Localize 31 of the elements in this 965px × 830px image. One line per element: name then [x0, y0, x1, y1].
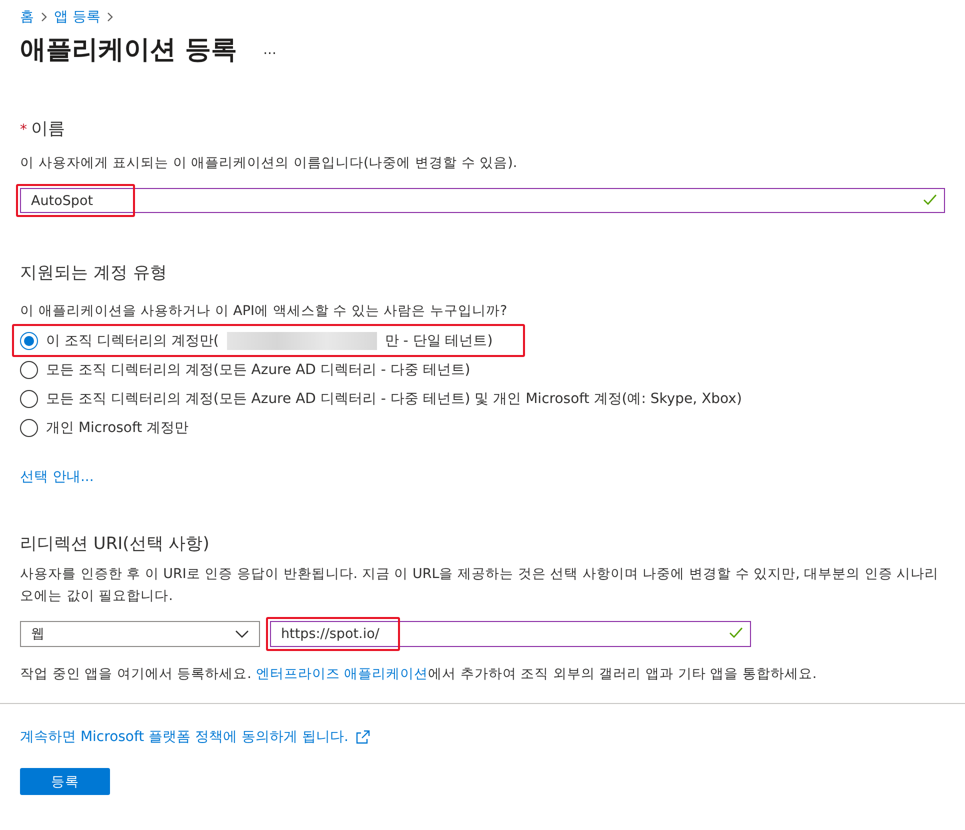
- section-heading: 리디렉션 URI(선택 사항): [20, 533, 210, 555]
- breadcrumb-link[interactable]: 앱 등록: [54, 8, 100, 26]
- page-title: 애플리케이션 등록: [20, 34, 238, 67]
- enterprise-apps-link[interactable]: 엔터프라이즈 애플리케이션: [256, 666, 428, 682]
- consent-link[interactable]: 계속하면 Microsoft 플랫폼 정책에 동의하게 됩니다.: [20, 728, 348, 746]
- radio-option[interactable]: 모든 조직 디렉터리의 계정(모든 Azure AD 디렉터리 - 다중 테넌트): [20, 355, 476, 384]
- field-description: 사용자를 인증한 후 이 URI로 인증 응답이 반환됩니다. 지금 이 URL을 제공하는 것은 선택 사항이며 나중에 변경할 수 있지만, 대부분의 인증 시나리오에는 값이 필요합니다.: [20, 565, 940, 606]
- radio-button[interactable]: [20, 390, 38, 408]
- radio-button[interactable]: [20, 360, 38, 378]
- radio-option[interactable]: 모든 조직 디렉터리의 계정(모든 Azure AD 디렉터리 - 다중 테넌트) 및 개인 Microsoft 계정(예: Skype, Xbox): [20, 384, 748, 413]
- chevron-icon: [106, 12, 114, 22]
- platform-dropdown[interactable]: 웹: [20, 621, 260, 647]
- question-text: 이 애플리케이션을 사용하거나 이 API에 액세스할 수 있는 사람은 누구입니까?: [20, 303, 508, 319]
- external-link-icon: [356, 730, 370, 744]
- section-heading: 지원되는 계정 유형: [20, 262, 167, 284]
- field-description: 이 사용자에게 표시되는 이 애플리케이션의 이름입니다(나중에 변경할 수 있음).: [20, 154, 518, 173]
- chevron-icon: [40, 12, 48, 22]
- help-link[interactable]: 선택 안내...: [20, 468, 94, 486]
- breadcrumb-link[interactable]: 홈: [20, 8, 34, 26]
- radio-option[interactable]: 개인 Microsoft 계정만: [20, 413, 195, 442]
- more-button[interactable]: ...: [263, 42, 276, 58]
- uri-field[interactable]: https://spot.io/: [270, 621, 751, 647]
- required-mark: *: [20, 122, 27, 138]
- radio-button[interactable]: [20, 332, 38, 350]
- radio-button[interactable]: [20, 418, 38, 436]
- name-field[interactable]: AutoSpot: [20, 188, 945, 213]
- register-button[interactable]: 등록: [20, 768, 110, 795]
- note-text: 작업 중인 앱을 여기에서 등록하세요. 엔터프라이즈 애플리케이션에서 추가하여 조직 외부의 갤러리 앱과 기타 앱을 통합하세요.: [20, 665, 818, 683]
- section-heading: 이름: [31, 118, 65, 140]
- caret-icon: [235, 630, 249, 638]
- radio-option[interactable]: 이 조직 디렉터리의 계정만( 만 - 단일 테넌트): [20, 326, 499, 355]
